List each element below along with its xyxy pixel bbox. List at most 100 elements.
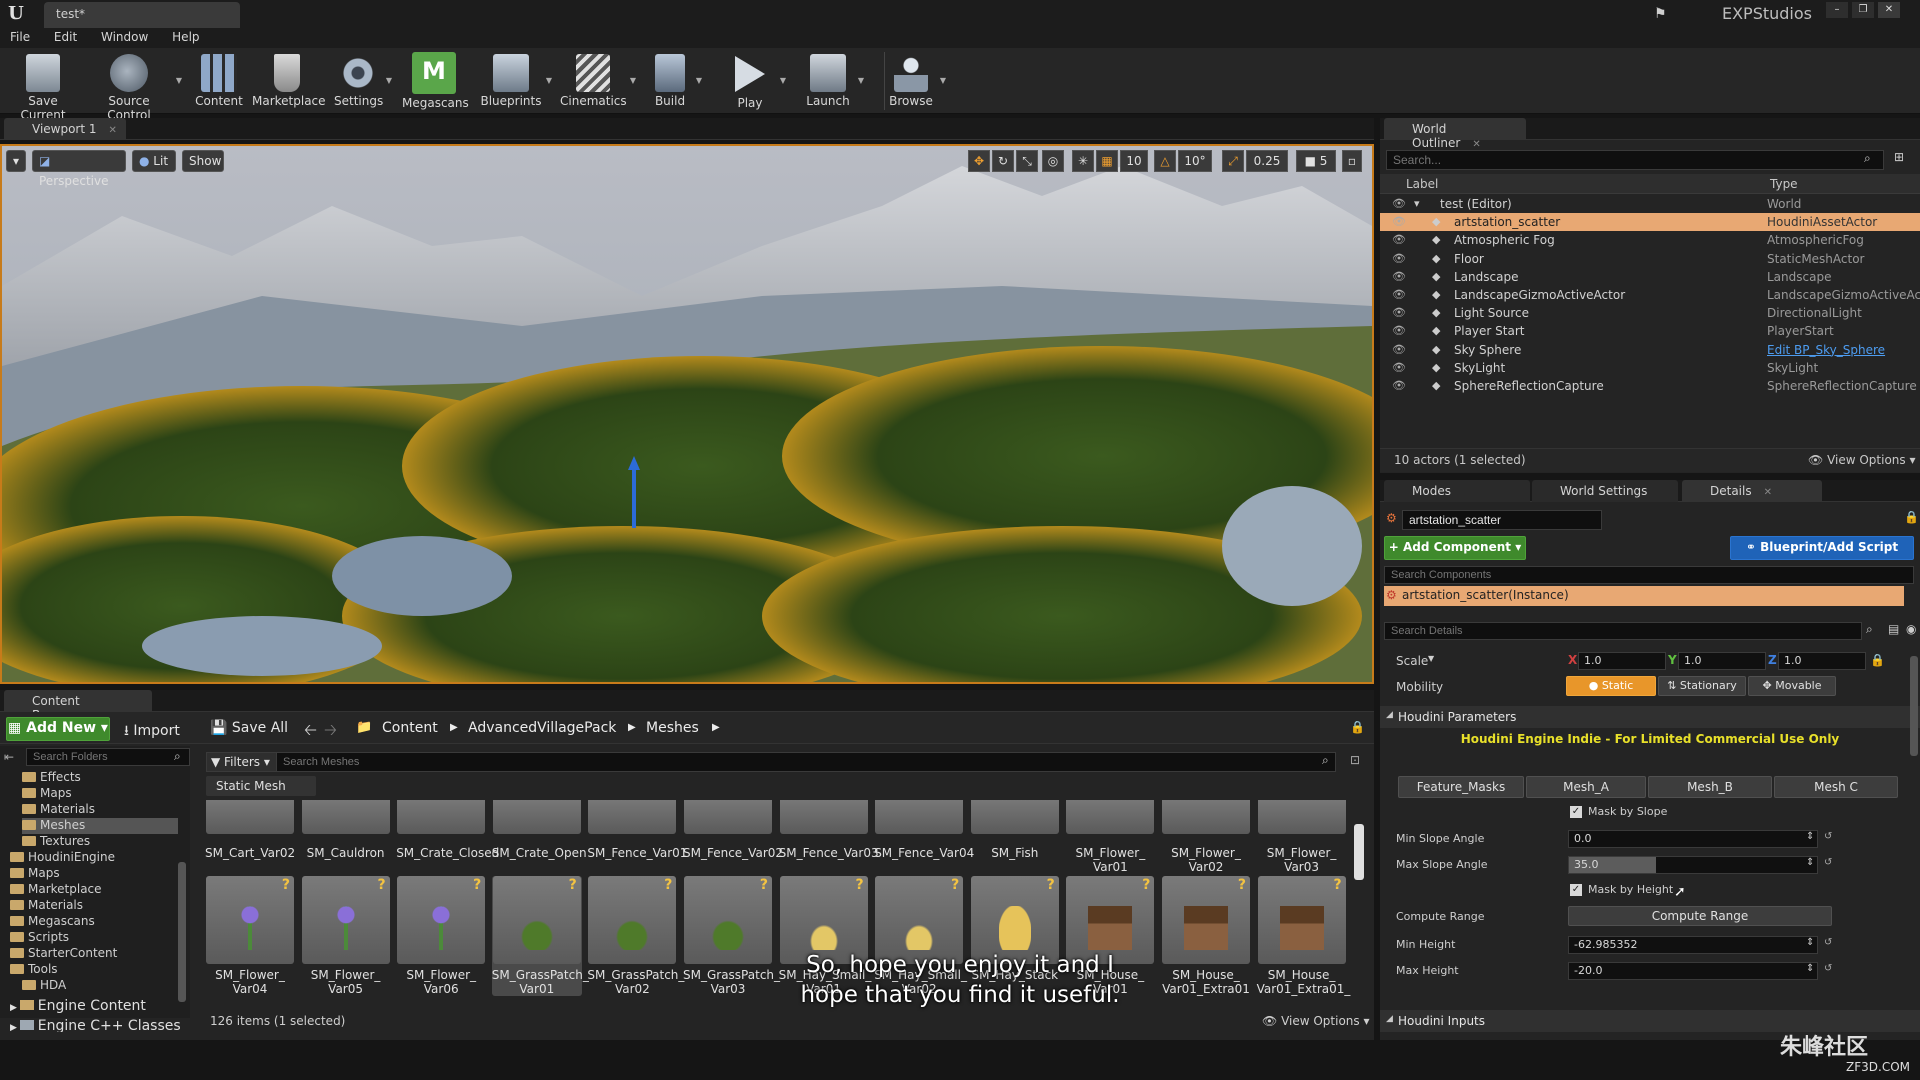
tab-feature-masks[interactable]: Feature_Masks	[1398, 776, 1524, 798]
compute-range-button[interactable]: Compute Range	[1568, 906, 1832, 926]
breadcrumb-meshes[interactable]: Meshes	[646, 714, 699, 742]
settings-button[interactable]: Settings ▼	[334, 50, 392, 112]
asset-tile[interactable]: SM_Fish	[970, 800, 1060, 860]
rotation-snap-icon[interactable]: △	[1154, 150, 1176, 172]
visibility-eye-icon[interactable]: 👁	[1392, 288, 1406, 301]
reset-icon[interactable]: ↺	[1824, 831, 1832, 842]
spin-icon[interactable]: ⇕	[1806, 831, 1814, 842]
visibility-eye-icon[interactable]: 👁	[1392, 324, 1406, 337]
menu-file[interactable]: File	[0, 28, 40, 46]
world-space-icon[interactable]: ◎	[1042, 150, 1064, 172]
asset-tile[interactable]: SM_Crate_Open	[492, 800, 587, 860]
breadcrumb-advancedvillagepack[interactable]: AdvancedVillagePack	[468, 714, 616, 742]
outliner-row[interactable]: 👁 ◆ Sky Sphere Edit BP_Sky_Sphere	[1380, 341, 1920, 359]
grid-snap-icon[interactable]: ▦	[1096, 150, 1118, 172]
outliner-row[interactable]: 👁 ◆ LandscapeGizmoActiveActor LandscapeGizm…	[1380, 286, 1920, 304]
visibility-eye-icon[interactable]: 👁	[1392, 306, 1406, 319]
min-slope-field[interactable]: 0.0	[1568, 830, 1818, 848]
tab-mesh-b[interactable]: Mesh_B	[1648, 776, 1772, 798]
document-tab[interactable]: test*	[44, 2, 240, 28]
breadcrumb-separator[interactable]: ▶	[450, 714, 458, 742]
outliner-row[interactable]: 👁 ◆ Light Source DirectionalLight	[1380, 304, 1920, 322]
asset-tile[interactable]: SM_Crate_Closed	[396, 800, 499, 860]
add-component-button[interactable]: + Add Component ▾	[1384, 536, 1526, 560]
asset-tile[interactable]: ? SM_Flower_ Var06	[396, 876, 486, 996]
folder-engine-cpp-classes[interactable]: ▶ Engine C++ Classes	[10, 1018, 181, 1032]
outliner-row[interactable]: 👁 ◆ SphereReflectionCapture SphereReflectio…	[1380, 377, 1920, 395]
folder-item[interactable]: Maps	[10, 866, 60, 882]
asset-tile[interactable]: SM_Flower_ Var01	[1065, 800, 1155, 874]
folder-item[interactable]: Megascans	[10, 914, 95, 930]
spin-icon[interactable]: ⇕	[1806, 963, 1814, 974]
content-button[interactable]: Content	[194, 50, 244, 112]
visibility-eye-icon[interactable]: 👁	[1392, 343, 1406, 356]
folder-item[interactable]: StarterContent	[10, 946, 117, 962]
label-column-header[interactable]: Label	[1406, 177, 1438, 191]
visibility-eye-icon[interactable]: 👁	[1392, 233, 1406, 246]
outliner-row[interactable]: 👁 ◆ Player Start PlayerStart	[1380, 322, 1920, 340]
folder-item[interactable]: HoudiniEngine	[10, 850, 115, 866]
asset-tile[interactable]: ? SM_GrassPatch_ Var02	[587, 876, 684, 996]
megascans-button[interactable]: M Megascans	[402, 50, 469, 112]
search-meshes-input[interactable]	[276, 752, 1336, 772]
camera-speed-button[interactable]: ■ 5	[1296, 150, 1336, 172]
outliner-row[interactable]: 👁 ◆ Atmospheric Fog AtmosphericFog	[1380, 231, 1920, 249]
details-scrollbar[interactable]	[1910, 656, 1918, 756]
forward-arrow-icon[interactable]: 🡢	[324, 719, 337, 746]
visibility-eye-icon[interactable]: 👁	[1392, 197, 1406, 210]
mobility-stationary-button[interactable]: ⇅ Stationary	[1658, 676, 1746, 696]
folder-item[interactable]: Marketplace	[10, 882, 102, 898]
lock-icon[interactable]: 🔒	[1904, 510, 1919, 524]
lit-button[interactable]: ● Lit	[132, 150, 176, 172]
save-all-button[interactable]: 💾 Save All	[210, 720, 288, 736]
marketplace-button[interactable]: Marketplace	[252, 50, 326, 112]
translate-icon[interactable]: ✥	[968, 150, 990, 172]
play-button[interactable]: Play ▼	[724, 50, 786, 112]
asset-tile[interactable]: SM_Flower_ Var03	[1257, 800, 1347, 874]
outliner-search-input[interactable]	[1386, 150, 1884, 170]
lock-icon[interactable]: 🔒	[1350, 720, 1365, 734]
breadcrumb-content[interactable]: Content	[382, 714, 438, 742]
asset-tile[interactable]: SM_Cart_Var02	[205, 800, 295, 860]
tab-content-browser[interactable]: Content Browser✕	[4, 690, 152, 722]
restore-icon[interactable]: ❐	[1852, 2, 1874, 18]
blueprint-add-script-button[interactable]: ⚭ Blueprint/Add Script	[1730, 536, 1914, 560]
source-control-button[interactable]: Source Control ▼	[86, 50, 182, 122]
close-icon[interactable]: ✕	[1878, 2, 1900, 18]
tab-modes[interactable]: Modes	[1384, 480, 1530, 502]
max-slope-slider[interactable]: 35.0	[1568, 856, 1818, 874]
asset-tile[interactable]: SM_Cauldron	[301, 800, 391, 860]
asset-tile[interactable]: ? SM_Flower_ Var05	[301, 876, 391, 996]
search-folders-input[interactable]	[26, 748, 190, 766]
actor-name-field[interactable]	[1402, 510, 1602, 530]
blueprints-button[interactable]: Blueprints ▼	[480, 50, 552, 112]
menu-help[interactable]: Help	[162, 28, 209, 46]
import-button[interactable]: ⭳ Import	[124, 720, 180, 744]
scale-icon[interactable]: ⤡	[1016, 150, 1038, 172]
toggle-sources-icon[interactable]: ⇤	[4, 750, 14, 764]
scale-snap-value[interactable]: 0.25	[1246, 150, 1288, 172]
rotation-snap-value[interactable]: 10°	[1178, 150, 1212, 172]
component-row[interactable]: artstation_scatter(Instance)	[1384, 586, 1904, 606]
asset-tile[interactable]: SM_Fence_Var03	[779, 800, 879, 860]
menu-edit[interactable]: Edit	[44, 28, 87, 46]
scale-y-field[interactable]: 1.0	[1678, 652, 1766, 670]
view-options-button[interactable]: 👁 View Options ▾	[1808, 453, 1916, 467]
folder-item[interactable]: Tools	[10, 962, 58, 978]
property-matrix-icon[interactable]: ▤	[1888, 622, 1899, 636]
asset-tile[interactable]: SM_Flower_ Var02	[1161, 800, 1251, 874]
eye-icon[interactable]: ◉	[1906, 622, 1916, 636]
spin-icon[interactable]: ⇕	[1806, 937, 1814, 948]
surface-snap-icon[interactable]: ✳	[1072, 150, 1094, 172]
rotate-icon[interactable]: ↻	[992, 150, 1014, 172]
back-arrow-icon[interactable]: 🡠	[304, 719, 317, 746]
folder-item[interactable]: Effects	[22, 770, 81, 786]
visibility-eye-icon[interactable]: 👁	[1392, 361, 1406, 374]
minimize-icon[interactable]: –	[1826, 2, 1848, 18]
maximize-viewport-icon[interactable]: ▫	[1342, 150, 1362, 172]
save-current-button[interactable]: Save Current	[6, 50, 80, 122]
static-mesh-filter-chip[interactable]: Static Mesh	[206, 776, 316, 796]
folder-item[interactable]: Materials	[22, 802, 95, 818]
tab-viewport[interactable]: Viewport 1 ✕	[4, 118, 126, 140]
build-button[interactable]: Build ▼	[648, 50, 702, 112]
